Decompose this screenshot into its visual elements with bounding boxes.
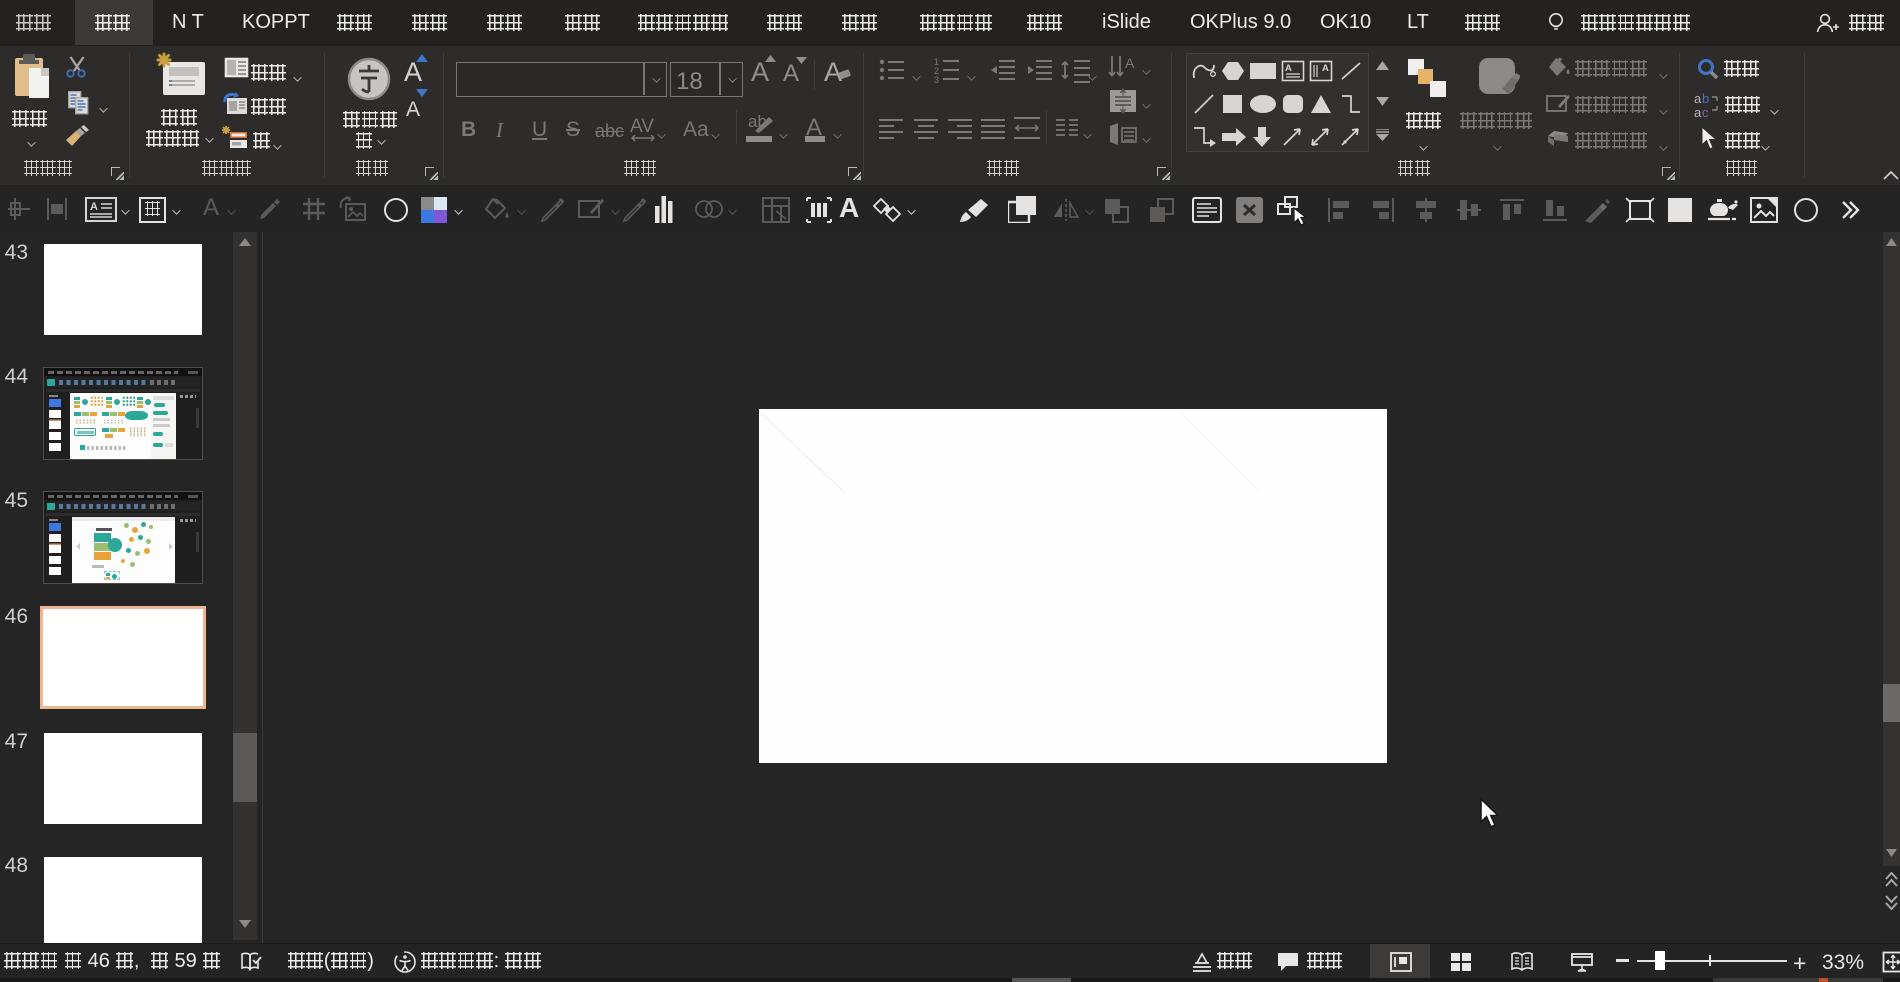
svg-text:a: a bbox=[1694, 92, 1702, 106]
svg-text:b: b bbox=[1702, 92, 1709, 106]
svg-text:3: 3 bbox=[934, 75, 939, 83]
svg-text:A: A bbox=[1125, 55, 1135, 71]
svg-text:A: A bbox=[1322, 63, 1329, 74]
svg-text:a: a bbox=[1694, 105, 1702, 118]
svg-text:A: A bbox=[1285, 63, 1292, 74]
svg-text:A: A bbox=[90, 201, 98, 213]
svg-text:c: c bbox=[1702, 105, 1709, 118]
